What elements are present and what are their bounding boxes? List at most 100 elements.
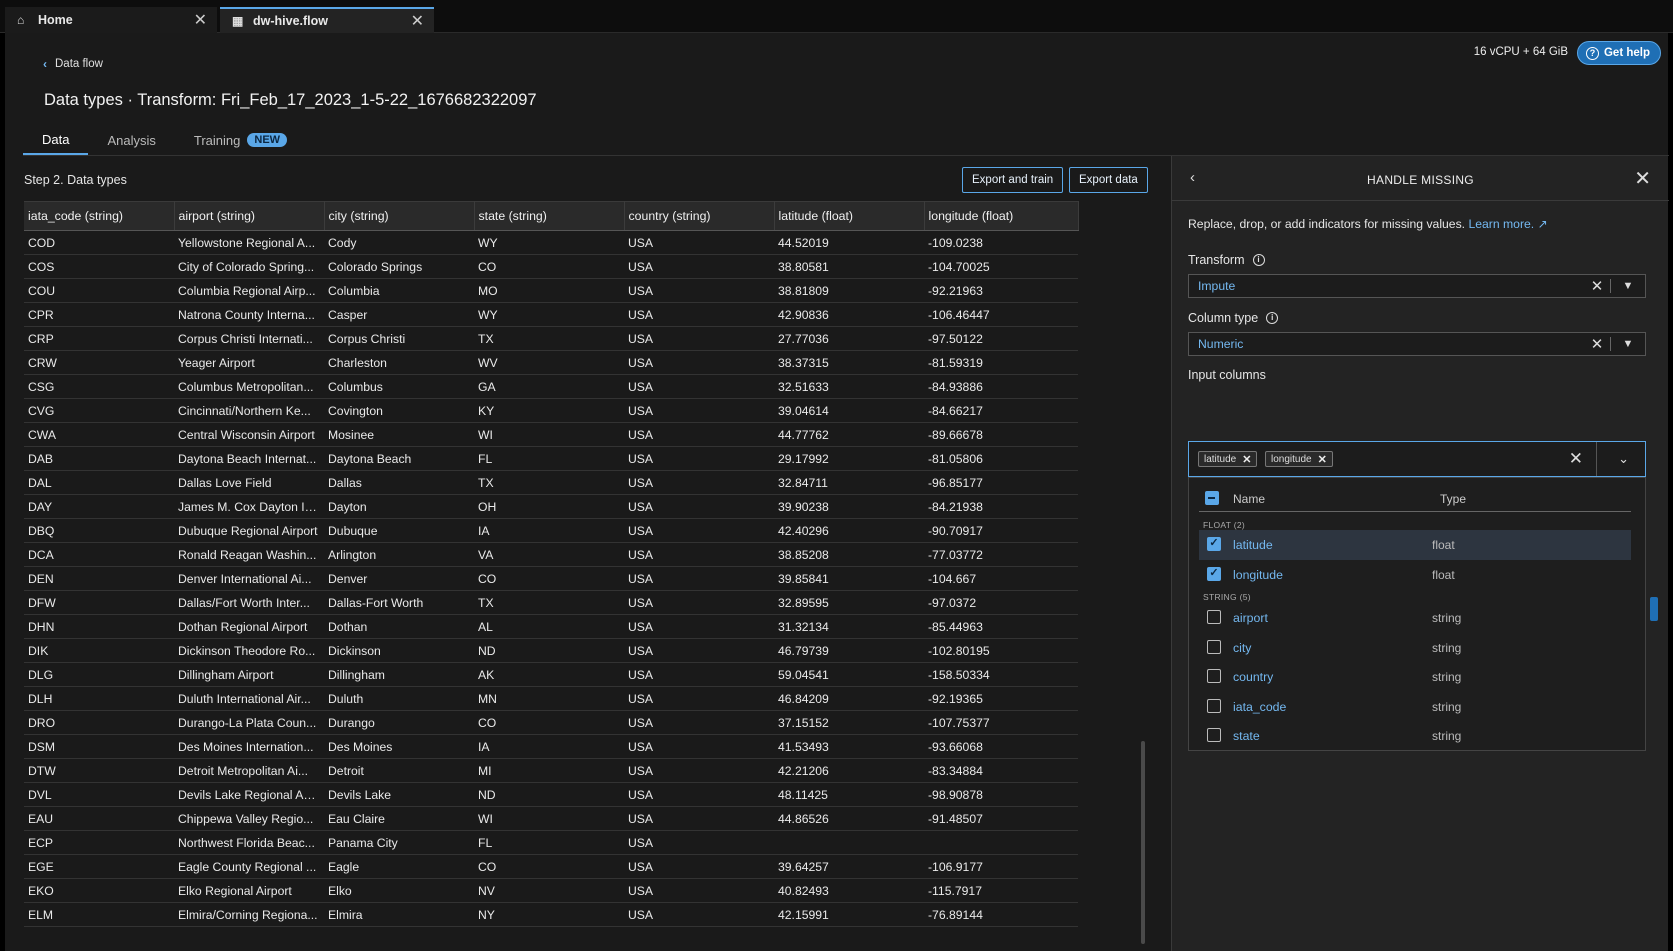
table-row[interactable]: DAL Dallas Love Field Dallas TX USA 32.84711-…	[24, 470, 1078, 495]
checkbox[interactable]	[1207, 728, 1221, 742]
latitude-cell: 44.77762	[774, 422, 924, 447]
option-name: iata_code	[1233, 700, 1287, 714]
transform-select[interactable]: Impute ✕ ▼	[1188, 274, 1646, 298]
tab-analysis[interactable]: Analysis	[88, 125, 174, 155]
clear-all-icon[interactable]: ✕	[1569, 449, 1583, 469]
table-row[interactable]: DSM Des Moines Internation... Des Moines IA…	[24, 734, 1078, 759]
panel-scroll-handle[interactable]	[1650, 597, 1658, 621]
city-cell: Dothan	[324, 614, 474, 639]
iata-code-cell: DFW	[24, 590, 174, 615]
table-row[interactable]: DRO Durango-La Plata Coun... Durango CO USA 3…	[24, 710, 1078, 735]
table-row[interactable]: DIK Dickinson Theodore Ro... Dickinson ND US…	[24, 638, 1078, 663]
table-row[interactable]: DFW Dallas/Fort Worth Inter... Dallas-Fort…	[24, 590, 1078, 615]
table-scrollbar[interactable]	[1141, 741, 1145, 944]
column-header[interactable]: city (string)	[324, 201, 475, 231]
caret-down-icon[interactable]: ▼	[1611, 280, 1645, 292]
table-row[interactable]: DTW Detroit Metropolitan Ai... Detroit MI US…	[24, 758, 1078, 783]
checkbox[interactable]	[1207, 640, 1221, 654]
state-cell: MN	[474, 686, 624, 711]
clear-icon[interactable]: ✕	[1584, 277, 1610, 295]
tab-home[interactable]: ⌂ Home ✕	[5, 7, 217, 33]
option-latitude[interactable]: ✓ latitude float	[1199, 530, 1631, 560]
table-row[interactable]: DHN Dothan Regional Airport Dothan AL USA 31.…	[24, 614, 1078, 639]
learn-more-link[interactable]: Learn more. ↗	[1468, 217, 1547, 231]
input-columns-multiselect[interactable]: latitude ✕ longitude ✕ ✕ ⌄	[1188, 441, 1646, 477]
state-cell: TX	[474, 590, 624, 615]
close-tab-icon[interactable]: ✕	[194, 10, 207, 30]
get-help-button[interactable]: ? Get help	[1576, 41, 1661, 65]
state-cell: WI	[474, 422, 624, 447]
table-row[interactable]: ECP Northwest Florida Beac... Panama City F…	[24, 830, 1078, 855]
checkbox[interactable]	[1207, 699, 1221, 713]
export-and-train-button[interactable]: Export and train	[962, 167, 1064, 193]
checkbox-checked[interactable]: ✓	[1207, 567, 1221, 581]
divider	[1596, 442, 1597, 476]
transform-label-text: Transform	[1188, 253, 1245, 267]
option-airport[interactable]: airport string	[1189, 603, 1641, 633]
remove-chip-icon[interactable]: ✕	[1242, 453, 1251, 466]
checkbox[interactable]	[1207, 669, 1221, 683]
city-cell: Devils Lake	[324, 782, 474, 807]
column-header[interactable]: longitude (float)	[924, 201, 1079, 231]
select-all-checkbox[interactable]	[1205, 491, 1219, 505]
option-iata-code[interactable]: iata_code string	[1189, 692, 1641, 722]
city-cell: Covington	[324, 398, 474, 423]
table-row[interactable]: CRP Corpus Christi Internati... Corpus Chr…	[24, 326, 1078, 351]
option-city[interactable]: city string	[1189, 633, 1641, 663]
table-row[interactable]: DVL Devils Lake Regional Air... Devils Lak…	[24, 782, 1078, 807]
caret-down-icon[interactable]: ▼	[1611, 338, 1645, 350]
latitude-cell: 46.79739	[774, 638, 924, 663]
remove-chip-icon[interactable]: ✕	[1318, 453, 1327, 466]
close-icon[interactable]: ✕	[1634, 166, 1651, 191]
table-row[interactable]: CRW Yeager Airport Charleston WV USA 38.37315…	[24, 350, 1078, 375]
tab-data[interactable]: Data	[23, 125, 89, 155]
column-header[interactable]: latitude (float)	[774, 201, 925, 231]
table-row[interactable]: DLG Dillingham Airport Dillingham AK USA 59.0…	[24, 662, 1078, 687]
country-cell: USA	[624, 638, 774, 663]
option-country[interactable]: country string	[1189, 662, 1641, 692]
table-row[interactable]: EKO Elko Regional Airport Elko NV USA 40.8249…	[24, 878, 1078, 903]
close-tab-icon[interactable]: ✕	[411, 11, 424, 31]
clear-icon[interactable]: ✕	[1584, 335, 1610, 353]
table-row[interactable]: CSG Columbus Metropolitan... Columbus GA USA…	[24, 374, 1078, 399]
table-row[interactable]: COS City of Colorado Spring... Colorado Sp…	[24, 254, 1078, 279]
chevron-down-icon[interactable]: ⌄	[1618, 451, 1629, 467]
chip-latitude[interactable]: latitude ✕	[1198, 451, 1258, 467]
column-header[interactable]: country (string)	[624, 201, 775, 231]
option-longitude[interactable]: ✓ longitude float	[1199, 560, 1631, 590]
tab-training[interactable]: Training NEW	[175, 125, 306, 155]
table-row[interactable]: DAY James M. Cox Dayton In... Dayton OH USA 3…	[24, 494, 1078, 519]
export-data-button[interactable]: Export data	[1069, 167, 1148, 193]
resource-indicator[interactable]: 16 vCPU + 64 GiB	[1474, 46, 1568, 58]
table-row[interactable]: ELM Elmira/Corning Regiona... Elmira NY USA 4…	[24, 902, 1078, 927]
latitude-cell: 38.85208	[774, 542, 924, 567]
column-type-select[interactable]: Numeric ✕ ▼	[1188, 332, 1646, 356]
table-row[interactable]: DBQ Dubuque Regional Airport Dubuque IA USA 4…	[24, 518, 1078, 543]
column-header[interactable]: iata_code (string)	[24, 201, 175, 231]
table-row[interactable]: CVG Cincinnati/Northern Ke... Covington KY U…	[24, 398, 1078, 423]
table-row[interactable]: DEN Denver International Ai... Denver CO USA…	[24, 566, 1078, 591]
info-icon[interactable]: i	[1266, 312, 1279, 324]
column-header[interactable]: state (string)	[474, 201, 625, 231]
table-row[interactable]: CPR Natrona County Interna... Casper WY USA 4…	[24, 302, 1078, 327]
tab-dw-hive-flow[interactable]: ▦ dw-hive.flow ✕	[220, 7, 434, 33]
column-header[interactable]: airport (string)	[174, 201, 325, 231]
checkbox-checked[interactable]: ✓	[1207, 537, 1221, 551]
breadcrumb[interactable]: ‹ Data flow	[43, 57, 103, 71]
table-row[interactable]: DAB Daytona Beach Internat... Daytona Beac…	[24, 446, 1078, 471]
table-row[interactable]: COD Yellowstone Regional A... Cody WY USA 44.…	[24, 230, 1078, 255]
table-row[interactable]: DLH Duluth International Air... Duluth MN US…	[24, 686, 1078, 711]
city-cell: Eagle	[324, 854, 474, 879]
chip-longitude[interactable]: longitude ✕	[1265, 451, 1333, 467]
state-cell: IA	[474, 734, 624, 759]
option-state[interactable]: state string	[1189, 721, 1641, 751]
table-row[interactable]: CWA Central Wisconsin Airport Mosinee WI USA…	[24, 422, 1078, 447]
checkbox[interactable]	[1207, 610, 1221, 624]
country-cell: USA	[624, 374, 774, 399]
table-row[interactable]: EAU Chippewa Valley Regio... Eau Claire WI U…	[24, 806, 1078, 831]
table-row[interactable]: DCA Ronald Reagan Washin... Arlington VA USA…	[24, 542, 1078, 567]
table-row[interactable]: COU Columbia Regional Airp... Columbia MO US…	[24, 278, 1078, 303]
table-row[interactable]: EGE Eagle County Regional ... Eagle CO USA 39…	[24, 854, 1078, 879]
info-icon[interactable]: i	[1252, 254, 1265, 266]
country-cell: USA	[624, 302, 774, 327]
